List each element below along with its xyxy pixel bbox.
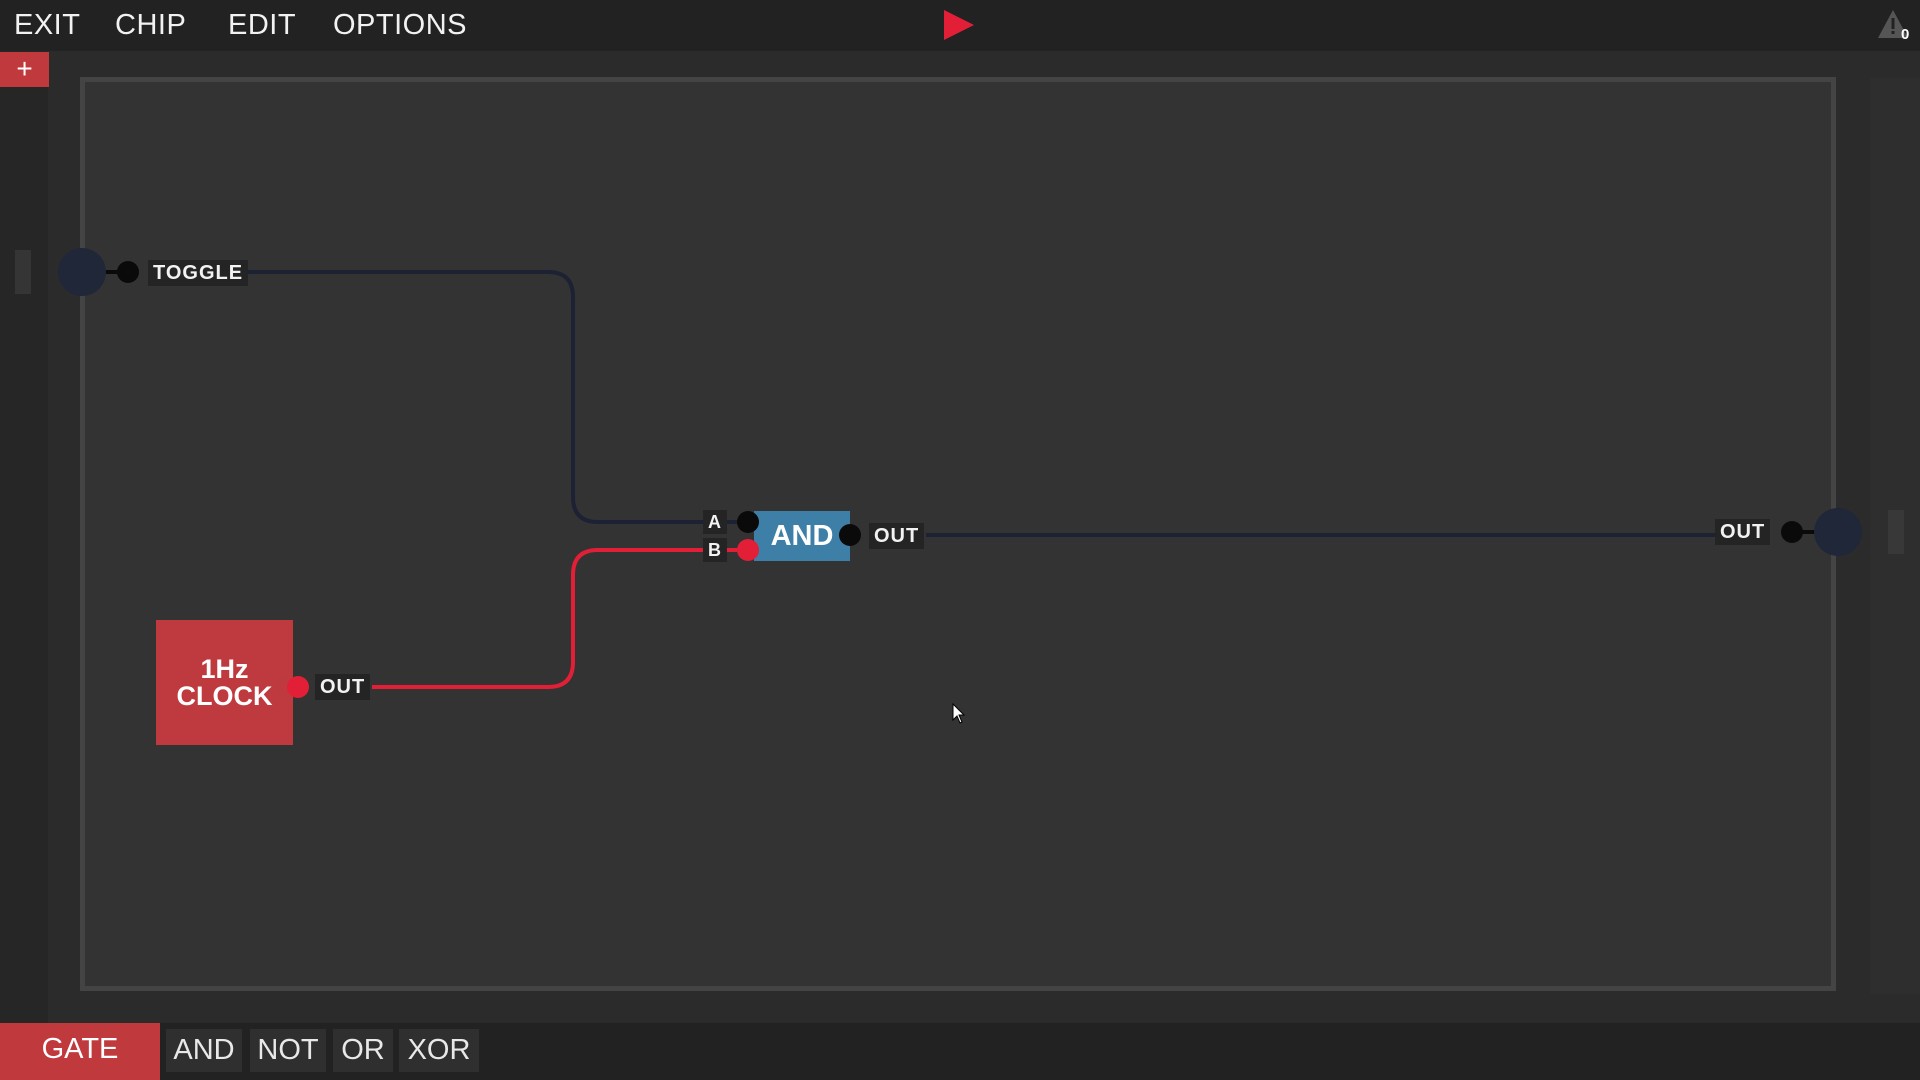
warning-count: 0 (1901, 26, 1910, 43)
chip-board[interactable] (80, 77, 1836, 991)
and-chip[interactable]: AND (754, 511, 850, 561)
and-input-a-label: A (703, 510, 727, 534)
and-input-b-label: B (703, 538, 727, 562)
clock-output-dot[interactable] (287, 676, 309, 698)
clock-chip-line1: 1Hz (200, 653, 249, 684)
and-output-dot[interactable] (839, 524, 861, 546)
output-pin-label: OUT (1715, 519, 1771, 545)
input-pin-toggle[interactable] (58, 248, 106, 296)
palette-item-xor[interactable]: XOR (399, 1029, 479, 1072)
input-pin-handle[interactable] (15, 250, 31, 294)
menu-options[interactable]: OPTIONS (333, 0, 467, 51)
toggle-output-dot[interactable] (117, 261, 139, 283)
and-output-label: OUT (869, 523, 925, 549)
add-input-button[interactable]: + (0, 52, 49, 87)
menu-edit[interactable]: EDIT (228, 0, 296, 51)
palette-item-or[interactable]: OR (333, 1029, 393, 1072)
output-pin[interactable] (1814, 508, 1862, 556)
mouse-cursor-icon (952, 703, 966, 724)
palette-item-not[interactable]: NOT (250, 1029, 326, 1072)
clock-chip-line2: CLOCK (176, 680, 273, 711)
clock-chip[interactable]: 1Hz CLOCK (156, 620, 293, 745)
and-input-b-dot[interactable] (737, 539, 759, 561)
and-input-a-dot[interactable] (737, 511, 759, 533)
left-panel (0, 51, 48, 1023)
output-pin-handle[interactable] (1888, 510, 1904, 554)
play-icon[interactable] (942, 8, 976, 42)
toggle-label: TOGGLE (148, 260, 249, 286)
clock-output-label: OUT (315, 674, 371, 700)
menu-exit[interactable]: EXIT (14, 0, 80, 51)
palette-category-gate[interactable]: GATE (0, 1023, 160, 1080)
palette-item-and[interactable]: AND (166, 1029, 242, 1072)
output-pin-dot[interactable] (1781, 521, 1803, 543)
menu-chip[interactable]: CHIP (115, 0, 186, 51)
